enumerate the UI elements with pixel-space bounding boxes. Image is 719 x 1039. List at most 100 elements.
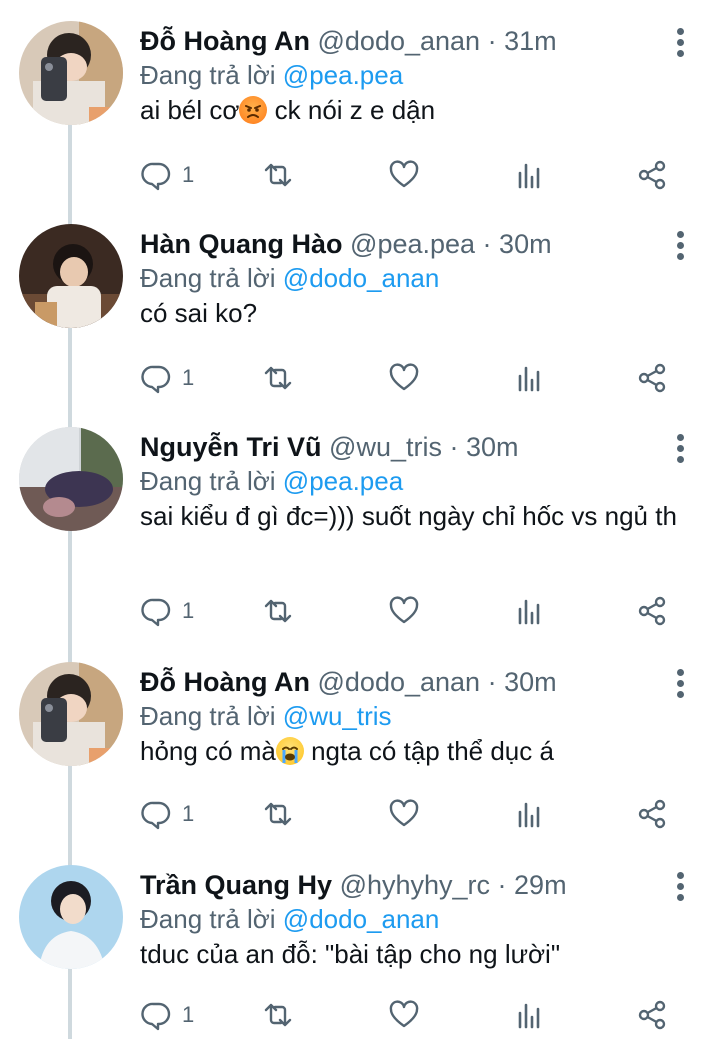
reply-button[interactable]: 1 (140, 591, 194, 631)
mention-link[interactable]: @dodo_anan (283, 904, 440, 934)
timestamp[interactable]: 29m (514, 870, 567, 900)
timestamp[interactable]: 30m (504, 667, 557, 697)
heart-icon (389, 1000, 419, 1028)
like-button[interactable] (388, 995, 420, 1035)
timestamp[interactable]: 30m (499, 229, 552, 259)
reply-button[interactable]: 1 (140, 358, 194, 398)
avatar[interactable] (19, 865, 123, 969)
timestamp[interactable]: 30m (466, 432, 519, 462)
like-button[interactable] (388, 358, 420, 398)
separator: · (441, 432, 466, 462)
tweet-text-part: hỏng có mà (140, 736, 276, 766)
analytics-button[interactable] (514, 995, 546, 1035)
handle[interactable]: @pea.pea (350, 229, 475, 259)
avatar[interactable] (19, 662, 123, 766)
tweet-text: sai kiểu đ gì đc=))) suốt ngày chỉ hốc v… (140, 501, 677, 531)
tweet[interactable]: Hàn Quang Hào @pea.pea · 30m Đang trả lờ… (0, 203, 719, 406)
tweet-header: Nguyễn Tri Vũ @wu_tris · 30m (140, 430, 679, 464)
display-name[interactable]: Đỗ Hoàng An (140, 26, 310, 56)
more-options-icon[interactable] (674, 434, 686, 464)
more-options-icon[interactable] (674, 28, 686, 58)
display-name[interactable]: Nguyễn Tri Vũ (140, 432, 322, 462)
tweet[interactable]: Đỗ Hoàng An @dodo_anan · 30m Đang trả lờ… (0, 641, 719, 844)
retweet-icon (264, 163, 292, 187)
retweet-button[interactable] (262, 591, 294, 631)
mention-link[interactable]: @dodo_anan (283, 263, 440, 293)
action-bar: 1 (140, 995, 680, 1035)
reply-icon (141, 162, 171, 191)
share-button[interactable] (636, 995, 668, 1035)
retweet-button[interactable] (262, 995, 294, 1035)
like-button[interactable] (388, 591, 420, 631)
reply-button[interactable]: 1 (140, 794, 194, 834)
retweet-icon (264, 1003, 292, 1027)
share-button[interactable] (636, 794, 668, 834)
tweet-text: ai bél cơ ck nói z e dận (140, 94, 679, 126)
reply-count: 1 (182, 598, 195, 623)
share-icon (638, 799, 666, 829)
separator: · (480, 667, 505, 697)
share-icon (638, 363, 666, 393)
more-options-icon[interactable] (674, 231, 686, 261)
mention-link[interactable]: @pea.pea (283, 466, 403, 496)
handle[interactable]: @wu_tris (329, 432, 442, 462)
retweet-button[interactable] (262, 794, 294, 834)
retweet-button[interactable] (262, 155, 294, 195)
timestamp[interactable]: 31m (504, 26, 557, 56)
analytics-button[interactable] (514, 358, 546, 398)
avatar[interactable] (19, 21, 123, 125)
retweet-icon (264, 802, 292, 826)
analytics-button[interactable] (514, 794, 546, 834)
reply-count: 1 (182, 365, 195, 390)
avatar-image (19, 224, 123, 328)
reply-button[interactable]: 1 (140, 995, 194, 1035)
handle[interactable]: @dodo_anan (318, 667, 481, 697)
tweet-text: có sai ko? (140, 298, 258, 328)
analytics-button[interactable] (514, 591, 546, 631)
avatar[interactable] (19, 427, 123, 531)
analytics-icon (518, 163, 540, 189)
display-name[interactable]: Hàn Quang Hào (140, 229, 343, 259)
reply-icon (141, 365, 171, 394)
analytics-button[interactable] (514, 155, 546, 195)
replying-to-label: Đang trả lời (140, 263, 276, 293)
analytics-icon (518, 1003, 540, 1029)
reply-count: 1 (182, 162, 195, 187)
share-button[interactable] (636, 358, 668, 398)
more-options-icon[interactable] (674, 669, 686, 699)
replying-to: Đang trả lời @dodo_anan (140, 261, 679, 295)
replying-to-label: Đang trả lời (140, 60, 276, 90)
reply-button[interactable]: 1 (140, 155, 194, 195)
handle[interactable]: @dodo_anan (318, 26, 481, 56)
retweet-button[interactable] (262, 358, 294, 398)
heart-icon (389, 596, 419, 624)
avatar[interactable] (19, 224, 123, 328)
crying-face-icon (275, 737, 304, 765)
reply-icon (141, 1002, 171, 1031)
like-button[interactable] (388, 794, 420, 834)
action-bar: 1 (140, 591, 680, 631)
avatar-image (19, 21, 123, 125)
reply-icon (141, 598, 171, 627)
share-button[interactable] (636, 591, 668, 631)
handle[interactable]: @hyhyhy_rc (340, 870, 490, 900)
like-button[interactable] (388, 155, 420, 195)
tweet[interactable]: Nguyễn Tri Vũ @wu_tris · 30m Đang trả lờ… (0, 406, 719, 641)
tweet-text-part: ck nói z e dận (267, 95, 436, 125)
separator: · (475, 229, 500, 259)
mention-link[interactable]: @pea.pea (283, 60, 403, 90)
avatar-image (19, 427, 123, 531)
mention-link[interactable]: @wu_tris (283, 701, 392, 731)
more-options-icon[interactable] (674, 872, 686, 902)
reply-count: 1 (182, 1002, 195, 1027)
avatar-image (19, 865, 123, 969)
action-bar: 1 (140, 155, 680, 195)
share-button[interactable] (636, 155, 668, 195)
tweet[interactable]: Đỗ Hoàng An @dodo_anan · 31m Đang trả lờ… (0, 0, 719, 203)
analytics-icon (518, 802, 540, 828)
tweet[interactable]: Trần Quang Hy @hyhyhy_rc · 29m Đang trả … (0, 844, 719, 1039)
display-name[interactable]: Đỗ Hoàng An (140, 667, 310, 697)
heart-icon (389, 160, 419, 188)
display-name[interactable]: Trần Quang Hy (140, 870, 332, 900)
action-bar: 1 (140, 794, 680, 834)
